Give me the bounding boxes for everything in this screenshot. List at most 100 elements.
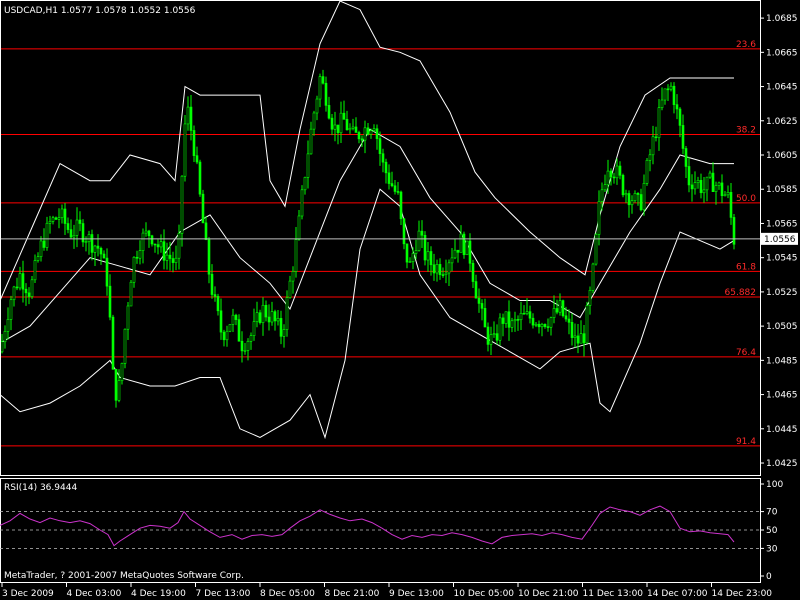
candle <box>402 217 406 250</box>
candle <box>273 309 277 331</box>
candle <box>366 122 370 136</box>
candle <box>387 164 391 190</box>
candle-body <box>6 319 10 332</box>
candle-body <box>258 312 262 323</box>
candle <box>363 120 367 154</box>
candle-body <box>573 335 577 338</box>
candle-body <box>30 279 34 297</box>
candle <box>105 248 109 296</box>
candle-body <box>189 106 193 131</box>
candle-body <box>567 318 571 323</box>
candle-body <box>345 119 349 131</box>
rsi-series-line <box>0 505 735 547</box>
candle <box>555 299 559 315</box>
candle <box>189 95 193 141</box>
candle <box>675 94 679 120</box>
candle-body <box>687 166 691 186</box>
candle <box>0 334 4 354</box>
candle-body <box>90 234 94 253</box>
candle-body <box>519 312 523 321</box>
candle-body <box>726 192 730 196</box>
candle <box>225 325 229 347</box>
candle-body <box>210 273 214 295</box>
candle <box>453 238 457 260</box>
candle <box>123 328 127 369</box>
candle <box>150 234 154 247</box>
candle-body <box>75 219 79 236</box>
candle-body <box>267 316 271 323</box>
candle-body <box>429 251 433 266</box>
candle <box>72 224 76 249</box>
candle-body <box>684 148 688 167</box>
candle-body <box>246 340 250 351</box>
candle <box>90 229 94 261</box>
candle <box>351 118 355 131</box>
candle-body <box>390 183 394 187</box>
bollinger-bands <box>0 0 735 440</box>
candle-body <box>132 256 136 283</box>
candle <box>573 323 577 348</box>
candle <box>222 329 226 347</box>
candle <box>702 176 706 203</box>
candle-body <box>180 175 184 234</box>
candle <box>435 259 439 282</box>
candle <box>237 314 241 342</box>
candle <box>294 226 298 278</box>
price-tick-label: 1.0445 <box>766 425 798 435</box>
candle-body <box>339 112 343 134</box>
candle <box>297 209 301 241</box>
candle <box>570 313 574 346</box>
candle-body <box>336 124 340 134</box>
candle <box>300 185 304 220</box>
fib-label: 23.6 <box>736 40 756 50</box>
candle <box>120 362 124 385</box>
candle-body <box>354 126 358 133</box>
candle <box>174 245 178 271</box>
candle <box>390 171 394 188</box>
rsi-label: RSI(14) 36.9444 <box>4 483 77 493</box>
candle <box>462 231 466 259</box>
candle-body <box>348 128 352 131</box>
candle-body <box>705 176 709 191</box>
candle-body <box>228 324 232 332</box>
candle <box>12 285 16 307</box>
candle-body <box>405 243 409 263</box>
candle-body <box>309 128 313 155</box>
candle-body <box>435 264 439 274</box>
candle <box>108 274 112 321</box>
candle <box>6 307 10 340</box>
candle <box>99 246 103 265</box>
candle <box>324 76 328 112</box>
candle-body <box>234 314 238 320</box>
candle-body <box>342 112 346 120</box>
time-tick-label: 8 Dec 21:00 <box>325 589 380 599</box>
candle-body <box>570 322 574 338</box>
candle-body <box>213 294 217 297</box>
candle <box>159 234 163 253</box>
candle <box>57 208 61 229</box>
candle-body <box>162 241 166 261</box>
candle-body <box>630 200 634 206</box>
candle-body <box>558 300 562 313</box>
candle-body <box>147 230 151 237</box>
candle-body <box>333 124 337 130</box>
candle-body <box>609 170 613 178</box>
candle-body <box>531 317 535 326</box>
candle <box>345 110 349 131</box>
price-tick-label: 1.0425 <box>766 459 798 469</box>
candle <box>216 293 220 316</box>
candle <box>696 176 700 189</box>
candle <box>228 324 232 333</box>
candle-body <box>468 240 472 264</box>
candle <box>489 326 493 355</box>
candle-body <box>114 368 118 401</box>
candle <box>624 189 628 203</box>
candle-body <box>330 117 334 130</box>
price-tick-label: 1.0505 <box>766 322 798 332</box>
candle-body <box>633 193 637 202</box>
candle-body <box>483 308 487 328</box>
candle <box>309 121 313 155</box>
candle <box>708 170 712 179</box>
candle-body <box>285 297 289 330</box>
candle-body <box>654 136 658 139</box>
